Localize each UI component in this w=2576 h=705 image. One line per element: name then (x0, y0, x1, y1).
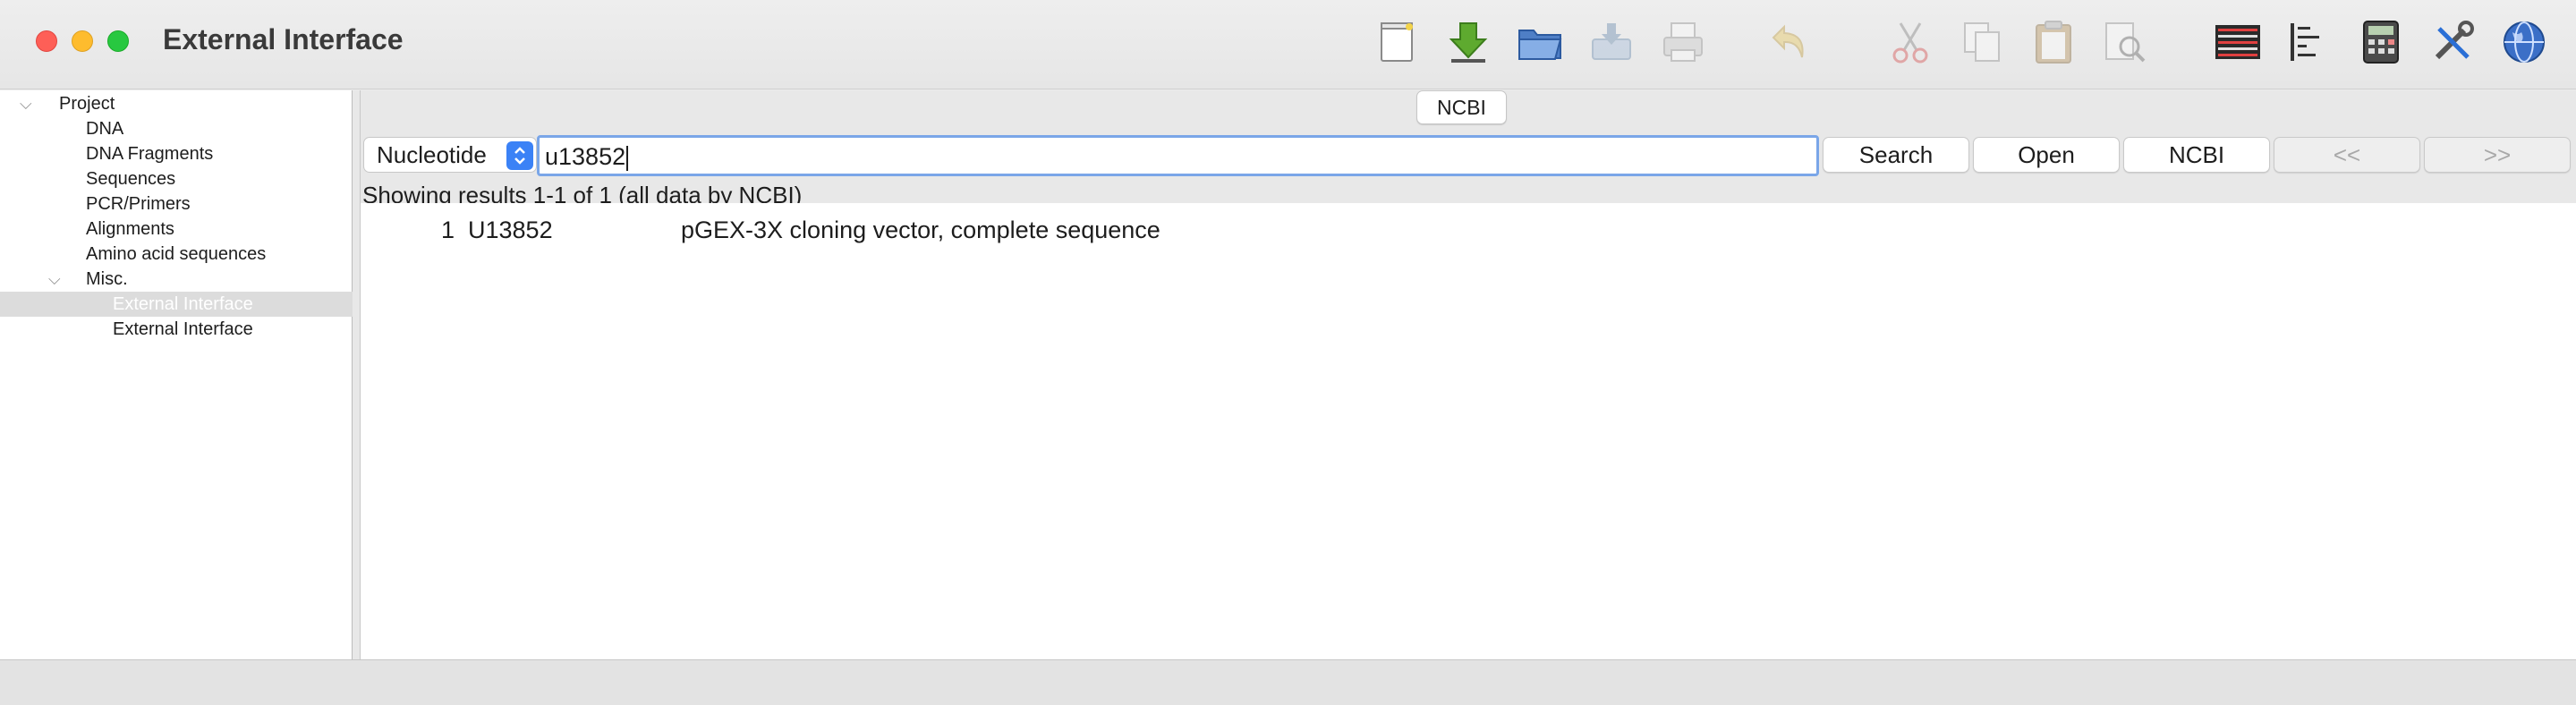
tree-item-label: DNA (86, 119, 124, 139)
tree-item-label: External Interface (113, 319, 253, 339)
window-title: External Interface (163, 23, 404, 55)
tools-button[interactable] (2427, 16, 2478, 68)
calculator-button[interactable] (2355, 16, 2407, 68)
new-document-button[interactable] (1371, 16, 1423, 68)
database-select[interactable]: Nucleotide (363, 137, 537, 173)
import-button[interactable] (1586, 16, 1637, 68)
alignment-button[interactable] (2283, 16, 2335, 68)
tree-item-label: Project (59, 94, 115, 114)
minimize-window-button[interactable] (72, 30, 93, 52)
tree-item-external-interface-selected[interactable]: External Interface (0, 292, 353, 317)
find-icon (2105, 22, 2146, 63)
search-input-value: u13852 (545, 143, 629, 171)
globe-icon (2504, 21, 2545, 63)
download-button[interactable] (1442, 16, 1494, 68)
cut-icon (1892, 22, 1928, 64)
tree-item-misc[interactable]: ⌵ Misc. (0, 267, 353, 292)
database-select-value: Nucleotide (377, 141, 487, 168)
tree-item-label: Sequences (86, 169, 176, 189)
copy-button[interactable] (1956, 16, 2008, 68)
search-controls: Nucleotide u13852 Search Open NCBI << >>… (361, 132, 2576, 208)
main-panel: NCBI Nucleotide u13852 Search Open NCBI … (360, 90, 2576, 659)
tree-item-dna-fragments[interactable]: DNA Fragments (0, 141, 353, 166)
open-button[interactable] (1514, 16, 1566, 68)
download-icon (1449, 22, 1488, 63)
print-button[interactable] (1657, 16, 1709, 68)
close-window-button[interactable] (36, 30, 57, 52)
result-number: 1 (441, 217, 455, 243)
import-icon (1592, 23, 1631, 60)
gel-icon (2215, 25, 2260, 59)
tree-item-sequences[interactable]: Sequences (0, 166, 353, 191)
maximize-window-button[interactable] (107, 30, 129, 52)
tree-item-external-interface[interactable]: External Interface (0, 317, 353, 342)
result-accession: U13852 (468, 217, 553, 243)
gel-button[interactable] (2212, 16, 2264, 68)
result-row[interactable]: 1 U13852 pGEX-3X cloning vector, complet… (361, 212, 2576, 248)
undo-icon (1772, 24, 1804, 58)
previous-page-button[interactable]: << (2274, 137, 2420, 173)
search-input[interactable]: u13852 (537, 135, 1819, 176)
tree-item-label: Amino acid sequences (86, 244, 267, 264)
chevron-up-down-icon (506, 141, 533, 170)
title-bar: External Interface (0, 0, 2576, 89)
tree-item-label: Alignments (86, 219, 174, 239)
open-folder-icon (1518, 30, 1562, 60)
tree-item-dna[interactable]: DNA (0, 116, 353, 141)
tree-item-project[interactable]: ⌵ Project (0, 91, 353, 116)
tree-item-label: DNA Fragments (86, 144, 214, 164)
chevron-down-icon[interactable]: ⌵ (20, 91, 32, 116)
tree-item-label: External Interface (113, 294, 253, 314)
paste-button[interactable] (2028, 16, 2079, 68)
copy-icon (1964, 22, 2000, 62)
project-tree: ⌵ Project DNA DNA Fragments Sequences PC… (0, 90, 353, 659)
tools-icon (2435, 21, 2474, 60)
search-button[interactable]: Search (1823, 137, 1969, 173)
globe-button[interactable] (2498, 16, 2550, 68)
alignment-icon (2291, 23, 2319, 61)
tab-ncbi[interactable]: NCBI (1416, 90, 1507, 124)
splitter[interactable] (353, 90, 360, 659)
print-icon (1663, 22, 1703, 62)
tab-strip: NCBI (361, 90, 2576, 132)
ncbi-button[interactable]: NCBI (2123, 137, 2270, 173)
results-list: 1 U13852 pGEX-3X cloning vector, complet… (361, 203, 2576, 659)
tree-item-alignments[interactable]: Alignments (0, 217, 353, 242)
status-bar (0, 659, 2576, 705)
tree-item-label: PCR/Primers (86, 194, 191, 214)
open-result-button[interactable]: Open (1973, 137, 2120, 173)
result-description: pGEX-3X cloning vector, complete sequenc… (681, 217, 1160, 243)
undo-button[interactable] (1764, 16, 1816, 68)
find-button[interactable] (2099, 16, 2151, 68)
calculator-icon (2363, 21, 2399, 64)
next-page-button[interactable]: >> (2424, 137, 2571, 173)
tree-item-amino-acid-sequences[interactable]: Amino acid sequences (0, 242, 353, 267)
cut-button[interactable] (1884, 16, 1936, 68)
paste-icon (2036, 21, 2071, 64)
tree-item-pcr-primers[interactable]: PCR/Primers (0, 191, 353, 217)
chevron-down-icon[interactable]: ⌵ (48, 267, 61, 292)
new-document-icon (1381, 22, 1413, 62)
tree-item-label: Misc. (86, 269, 128, 289)
